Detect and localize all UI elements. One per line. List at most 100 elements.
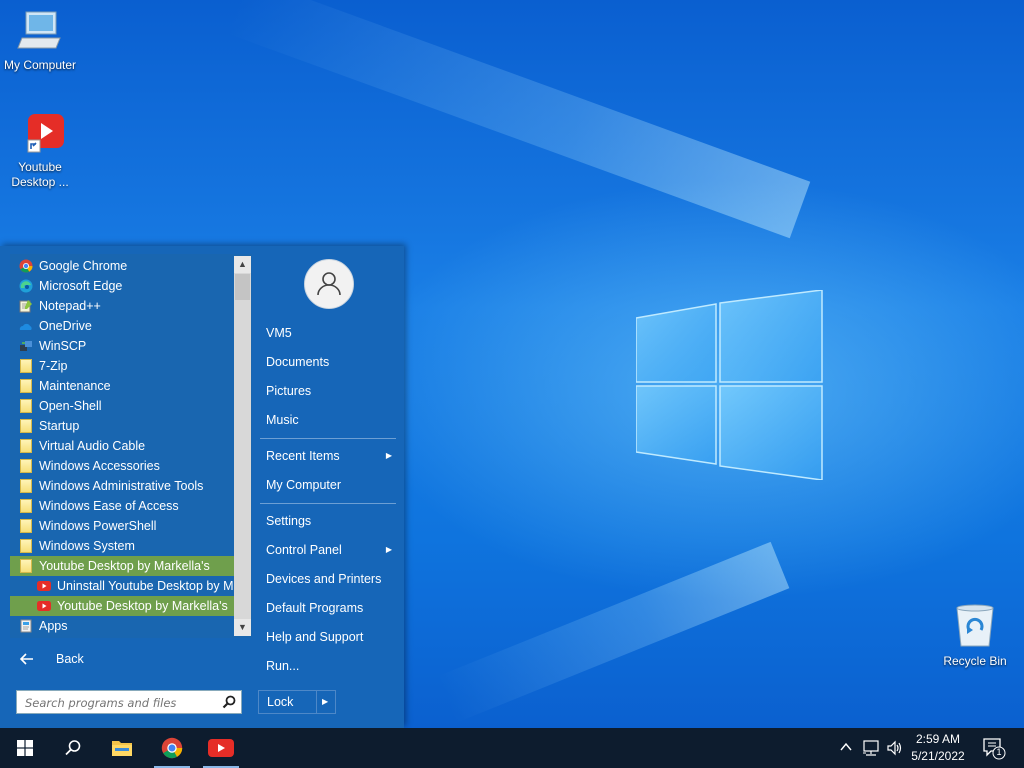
- action-center-button[interactable]: 1: [980, 736, 1008, 760]
- program-item-winscp[interactable]: WinSCP: [10, 336, 234, 356]
- program-item-uninstall-youtube-desktop[interactable]: Uninstall Youtube Desktop by Markella's: [10, 576, 234, 596]
- search-input[interactable]: [23, 692, 217, 714]
- search-icon: [65, 740, 81, 756]
- taskbar-youtube-desktop[interactable]: [199, 728, 243, 768]
- menu-item-default-programs[interactable]: Default Programs: [260, 596, 396, 620]
- search-icon[interactable]: [222, 695, 236, 709]
- program-label: Virtual Audio Cable: [39, 439, 146, 453]
- taskbar: 2:59 AM 5/21/2022 1: [0, 728, 1024, 768]
- clock-time[interactable]: 2:59 AM: [906, 732, 970, 746]
- program-label: Startup: [39, 419, 80, 433]
- program-item-windows-powershell[interactable]: Windows PowerShell: [10, 516, 234, 536]
- folder-icon: [20, 379, 32, 393]
- program-item-windows-administrative-tools[interactable]: Windows Administrative Tools: [10, 476, 234, 496]
- menu-item-user[interactable]: VM5: [260, 321, 396, 345]
- scroll-thumb[interactable]: [235, 274, 250, 300]
- program-item-onedrive[interactable]: OneDrive: [10, 316, 234, 336]
- menu-item-devices-printers[interactable]: Devices and Printers: [260, 567, 396, 591]
- scroll-up-button[interactable]: ▲: [234, 256, 251, 273]
- program-item-windows-accessories[interactable]: Windows Accessories: [10, 456, 234, 476]
- program-label: Uninstall Youtube Desktop by Markella's: [57, 579, 234, 593]
- light-beam: [225, 0, 811, 239]
- program-item-open-shell[interactable]: Open-Shell: [10, 396, 234, 416]
- menu-item-settings[interactable]: Settings: [260, 509, 396, 533]
- folder-icon: [20, 399, 32, 413]
- menu-item-recent-items[interactable]: Recent Items ▶: [260, 444, 396, 468]
- program-item-google-chrome[interactable]: Google Chrome: [10, 256, 234, 276]
- back-label: Back: [56, 652, 84, 666]
- chrome-icon: [161, 737, 183, 759]
- notification-count-badge: 1: [996, 747, 1002, 757]
- program-item-7zip[interactable]: 7-Zip: [10, 356, 234, 376]
- clock-date[interactable]: 5/21/2022: [906, 749, 970, 763]
- menu-separator: [260, 438, 396, 439]
- network-icon[interactable]: [862, 740, 880, 756]
- program-label: Apps: [39, 619, 68, 633]
- scroll-down-button[interactable]: ▼: [234, 619, 251, 636]
- program-item-maintenance[interactable]: Maintenance: [10, 376, 234, 396]
- programs-scrollbar[interactable]: ▲ ▼: [234, 256, 251, 636]
- program-label: Open-Shell: [39, 399, 102, 413]
- taskbar-chrome[interactable]: [150, 728, 194, 768]
- menu-item-music[interactable]: Music: [260, 408, 396, 432]
- lock-button[interactable]: Lock ▶: [258, 690, 336, 714]
- desktop-icon-youtube-desktop[interactable]: Youtube Desktop ...: [0, 112, 80, 190]
- program-item-notepadpp[interactable]: Notepad++: [10, 296, 234, 316]
- lock-options-arrow-icon[interactable]: ▶: [322, 691, 328, 713]
- folder-icon: [20, 419, 32, 433]
- windows-logo: [636, 290, 823, 480]
- program-item-apps[interactable]: Apps: [10, 616, 234, 636]
- youtube-icon: [27, 114, 64, 153]
- program-item-youtube-desktop[interactable]: Youtube Desktop by Markella's: [10, 596, 234, 616]
- menu-item-my-computer[interactable]: My Computer: [260, 473, 396, 497]
- programs-list: Google Chrome Microsoft Edge Notepad++ O…: [10, 256, 234, 636]
- user-avatar[interactable]: [304, 259, 354, 309]
- volume-icon[interactable]: [886, 740, 904, 756]
- program-label: Windows Administrative Tools: [39, 479, 204, 493]
- desktop-icon-my-computer[interactable]: My Computer: [0, 8, 80, 73]
- youtube-icon: [37, 601, 51, 611]
- desktop-icon-label: My Computer: [3, 58, 77, 72]
- menu-item-run[interactable]: Run...: [260, 654, 396, 678]
- back-button[interactable]: Back: [10, 648, 240, 670]
- light-beam: [436, 541, 790, 724]
- program-item-microsoft-edge[interactable]: Microsoft Edge: [10, 276, 234, 296]
- notepadpp-icon: [19, 300, 32, 313]
- program-label: Windows System: [39, 539, 135, 553]
- menu-item-pictures[interactable]: Pictures: [260, 379, 396, 403]
- chrome-icon: [19, 259, 33, 273]
- back-arrow-icon: [20, 653, 33, 665]
- program-item-youtube-desktop-folder[interactable]: Youtube Desktop by Markella's: [10, 556, 234, 576]
- menu-item-control-panel[interactable]: Control Panel ▶: [260, 538, 396, 562]
- computer-icon: [17, 11, 61, 49]
- menu-item-documents[interactable]: Documents: [260, 350, 396, 374]
- menu-item-label: Control Panel: [266, 543, 342, 557]
- show-hidden-icons-chevron-icon[interactable]: [840, 742, 852, 752]
- taskbar-search-button[interactable]: [50, 728, 94, 768]
- program-label: Windows Ease of Access: [39, 499, 179, 513]
- winscp-icon: [20, 341, 32, 351]
- program-label: Notepad++: [39, 299, 101, 313]
- program-item-windows-system[interactable]: Windows System: [10, 536, 234, 556]
- program-item-virtual-audio-cable[interactable]: Virtual Audio Cable: [10, 436, 234, 456]
- desktop-icon-label: Youtube Desktop ...: [11, 160, 69, 189]
- folder-icon: [20, 559, 32, 573]
- lock-button-divider: [316, 691, 317, 713]
- program-item-startup[interactable]: Startup: [10, 416, 234, 436]
- start-button[interactable]: [2, 728, 46, 768]
- program-label: Google Chrome: [39, 259, 128, 273]
- user-icon: [317, 272, 341, 296]
- start-menu-right-pane: VM5 Documents Pictures Music Recent Item…: [252, 246, 404, 728]
- recycle-bin-icon: [956, 604, 994, 647]
- search-box[interactable]: [16, 690, 242, 714]
- menu-separator: [260, 503, 396, 504]
- menu-item-help-support[interactable]: Help and Support: [260, 625, 396, 649]
- taskbar-file-explorer[interactable]: [100, 728, 144, 768]
- program-item-windows-ease-of-access[interactable]: Windows Ease of Access: [10, 496, 234, 516]
- apps-icon: [20, 619, 32, 633]
- desktop-icon-label: Recycle Bin: [943, 654, 1007, 668]
- program-label: WinSCP: [39, 339, 87, 353]
- desktop-icon-recycle-bin[interactable]: Recycle Bin: [935, 602, 1015, 669]
- program-label: Youtube Desktop by Markella's: [39, 559, 210, 573]
- submenu-arrow-icon: ▶: [385, 545, 392, 554]
